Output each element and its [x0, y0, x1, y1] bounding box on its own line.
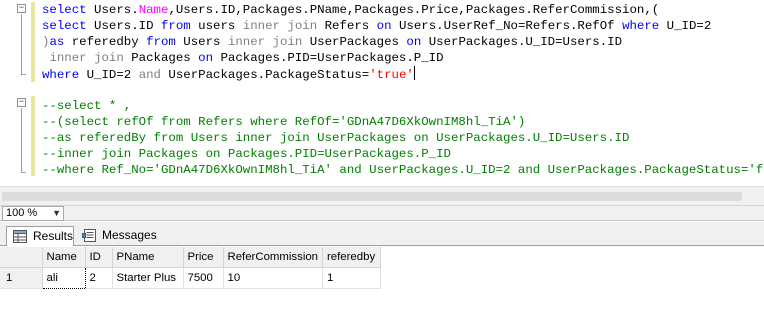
column-header[interactable]: Name: [42, 247, 86, 268]
tab-messages-label: Messages: [102, 228, 157, 242]
code-line: inner join Packages on Packages.PID=User…: [42, 50, 444, 66]
sql-keyword: as: [49, 35, 65, 49]
sql-operator: inner: [49, 51, 87, 65]
sql-keyword: select: [42, 19, 87, 33]
code-text: Packages.PID=UserPackages.P_ID: [213, 51, 444, 65]
code-comment: --(select refOf from Refers where RefOf=…: [42, 115, 526, 129]
column-header[interactable]: Price: [183, 247, 224, 268]
tab-results-label: Results: [33, 229, 74, 243]
row-number[interactable]: 1: [0, 267, 43, 289]
column-header[interactable]: referedby: [322, 247, 382, 268]
code-text: Users.UserRef_No=Refers.RefOf: [391, 19, 623, 33]
code-comment: --as referedBy from Users inner join Use…: [42, 131, 630, 145]
collapse-toggle-query[interactable]: −: [17, 4, 26, 13]
code-text: Refers: [317, 19, 377, 33]
code-text: users: [190, 19, 243, 33]
table-cell[interactable]: Starter Plus: [112, 267, 184, 289]
text-caret: [413, 66, 415, 80]
code-comment: --inner join Packages on Packages.PID=Us…: [42, 147, 451, 161]
sql-operator: join: [272, 35, 303, 49]
outline-end-tick: [21, 74, 26, 75]
code-text: ,Users.ID,Packages.PName,Packages.Price,…: [168, 3, 660, 17]
sql-keyword: on: [376, 19, 392, 33]
code-comment: --select * ,: [42, 99, 132, 113]
code-text: UserPackages.PackageStatus=: [161, 68, 370, 82]
column-header[interactable]: ID: [85, 247, 113, 268]
sql-operator: inner: [242, 19, 280, 33]
tab-messages[interactable]: Messages: [76, 226, 158, 247]
table-cell[interactable]: 7500: [183, 267, 224, 289]
code-line: where U_ID=2 and UserPackages.PackageSta…: [42, 66, 415, 82]
change-indicator: [31, 2, 35, 82]
table-row[interactable]: 1 ali 2 Starter Plus 7500 10 1: [0, 266, 382, 289]
sql-function: Name: [138, 3, 169, 17]
code-comment: --where Ref_No='GDnA47D6XkOwnIM8hl_TiA' …: [42, 163, 764, 177]
sql-operator: inner: [227, 35, 266, 49]
code-text: Users: [175, 35, 228, 49]
code-line: select Users.ID from users inner join Re…: [42, 18, 711, 34]
row-header-corner[interactable]: [0, 247, 43, 268]
horizontal-scrollbar-track[interactable]: [68, 208, 762, 219]
sql-string: 'true': [369, 68, 414, 82]
code-text: Packages: [123, 51, 199, 65]
outline-line: [21, 14, 22, 74]
code-text: Users.: [86, 3, 139, 17]
column-header[interactable]: PName: [112, 247, 184, 268]
grid-header-row: Name ID PName Price ReferCommission refe…: [0, 247, 382, 268]
code-text: Users.ID: [86, 19, 161, 33]
code-text: UserPackages.U_ID=Users.ID: [421, 35, 623, 49]
column-header[interactable]: ReferCommission: [223, 247, 324, 268]
sql-operator: join: [94, 51, 124, 65]
sql-keyword: on: [198, 51, 214, 65]
table-cell[interactable]: 2: [85, 267, 113, 289]
sql-editor[interactable]: − − select Users.Name,Users.ID,Packages.…: [0, 0, 764, 205]
sql-keyword: on: [406, 35, 422, 49]
outline-end-tick: [21, 172, 26, 173]
sql-keyword: where: [42, 68, 80, 82]
zoom-bar: 100 % ▼: [0, 205, 764, 221]
code-text: U_ID=2: [79, 68, 139, 82]
zoom-dropdown[interactable]: 100 % ▼: [2, 206, 64, 221]
code-line: select Users.Name,Users.ID,Packages.PNam…: [42, 2, 659, 18]
editor-horizontal-scrollbar[interactable]: [0, 186, 764, 205]
change-indicator: [31, 96, 35, 176]
sql-keyword: where: [622, 19, 660, 33]
results-grid[interactable]: Name ID PName Price ReferCommission refe…: [0, 246, 764, 312]
sql-keyword: from: [160, 19, 191, 33]
sql-keyword: select: [42, 3, 87, 17]
code-text: UserPackages: [302, 35, 407, 49]
collapse-toggle-comment[interactable]: −: [17, 98, 26, 107]
code-line: )as referedby from Users inner join User…: [42, 34, 622, 50]
sql-keyword: from: [146, 35, 176, 49]
zoom-value: 100 %: [6, 207, 38, 219]
sql-operator: and: [138, 68, 161, 82]
results-tabbar: Results Messages: [0, 222, 764, 247]
table-cell[interactable]: 10: [223, 267, 324, 289]
scrollbar-thumb[interactable]: [2, 192, 742, 201]
sql-operator: join: [287, 19, 318, 33]
results-table: Name ID PName Price ReferCommission refe…: [0, 247, 382, 289]
table-cell[interactable]: ali: [41, 266, 86, 289]
messages-icon: [82, 229, 96, 242]
code-text: U_ID=2: [659, 19, 712, 33]
grid-icon: [13, 230, 27, 243]
outline-line: [21, 108, 22, 172]
chevron-down-icon[interactable]: ▼: [52, 207, 61, 220]
tab-results[interactable]: Results: [6, 226, 74, 247]
code-text: referedby: [64, 35, 147, 49]
table-cell[interactable]: 1: [322, 267, 382, 289]
